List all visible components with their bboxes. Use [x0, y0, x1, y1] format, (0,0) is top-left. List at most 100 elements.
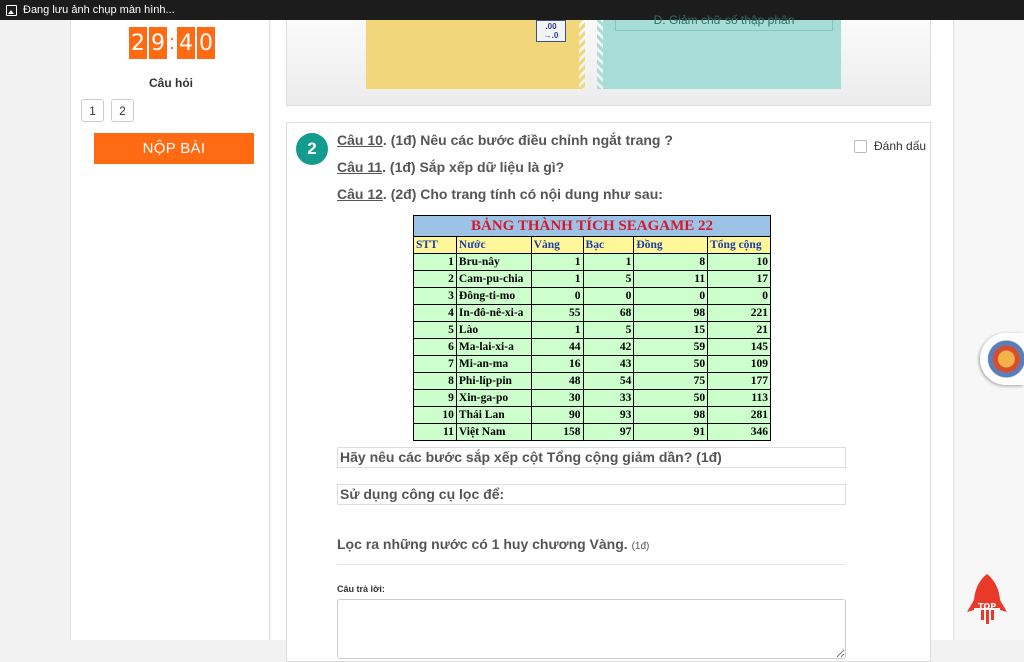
top-button-label: TOP: [978, 602, 996, 611]
timer-separator: :: [169, 31, 175, 54]
table-cell: Việt Nam: [455, 423, 532, 441]
image-icon: [6, 4, 17, 16]
option-card-teal[interactable]: D. Giảm chữ số thập phân: [597, 14, 841, 89]
filter-gold-points: (1đ): [631, 541, 650, 552]
table-cell: 0: [582, 287, 635, 305]
table-cell: 17: [707, 270, 771, 288]
filter-gold-text: Lọc ra những nước có 1 huy chương Vàng.: [337, 536, 628, 552]
table-cell: 11: [413, 423, 457, 441]
question-navigator: 1 2: [81, 99, 134, 122]
option-card-yellow[interactable]: .00 →.0: [366, 20, 585, 89]
table-cell: 16: [530, 355, 584, 373]
mark-label: Đánh dấu: [874, 139, 927, 153]
filter-subquestion: Sử dụng công cụ lọc để:: [337, 484, 846, 505]
table-header-cell: Nước: [455, 236, 532, 254]
table-cell: In-đô-nê-xi-a: [455, 304, 532, 322]
seagame-table: BẢNG THÀNH TÍCH SEAGAME 22 STT Nước Vàng Bạ…: [413, 215, 771, 441]
table-header-cell: STT: [413, 236, 457, 254]
scroll-to-top-button[interactable]: TOP: [967, 572, 1007, 634]
table-cell: 68: [582, 304, 635, 322]
question-11-label: Câu 11: [337, 159, 383, 175]
table-cell: 0: [707, 287, 771, 305]
question-10: Câu 10. (1đ) Nêu các bước điều chỉnh ngắ…: [337, 132, 673, 148]
table-cell: 5: [582, 321, 635, 339]
right-margin: [955, 20, 1024, 640]
sort-subquestion: Hãy nêu các bước sắp xếp cột Tổng cộng g…: [337, 447, 846, 468]
table-cell: 59: [633, 338, 709, 356]
table-cell: 90: [530, 406, 584, 424]
questions-heading: Câu hỏi: [149, 76, 193, 90]
table-row: 6 Ma-lai-xi-a 44 42 59 145: [413, 338, 771, 356]
option-d[interactable]: D. Giảm chữ số thập phân: [615, 14, 833, 31]
answer-textarea[interactable]: [337, 599, 846, 659]
table-cell: 1: [413, 253, 457, 271]
table-cell: 43: [582, 355, 635, 373]
question-11-text: . (1đ) Sắp xếp dữ liệu là gì?: [382, 159, 565, 175]
table-cell: 98: [633, 304, 709, 322]
table-cell: Xin-ga-po: [455, 389, 532, 407]
table-cell: Phi-líp-pin: [455, 372, 532, 390]
table-header-cell: Bạc: [582, 236, 635, 254]
divider: [337, 564, 846, 565]
question-12: Câu 12. (2đ) Cho trang tính có nội dung …: [337, 186, 663, 202]
mark-checkbox[interactable]: [854, 139, 867, 153]
table-cell: 97: [582, 423, 635, 441]
timer-digit: 4: [177, 27, 195, 59]
table-cell: Ma-lai-xi-a: [455, 338, 532, 356]
table-cell: 50: [633, 355, 709, 373]
table-cell: Mi-an-ma: [455, 355, 532, 373]
table-cell: 1: [582, 253, 635, 271]
table-cell: Đông-ti-mo: [455, 287, 532, 305]
table-cell: 177: [707, 372, 771, 390]
table-row: 8 Phi-líp-pin 48 54 75 177: [413, 372, 771, 390]
question-nav-button-1[interactable]: 1: [81, 99, 104, 122]
table-cell: 109: [707, 355, 771, 373]
table-cell: 5: [413, 321, 457, 339]
table-cell: 1: [530, 321, 584, 339]
countdown-timer: 2 9 : 4 0: [129, 27, 217, 59]
answer-label: Câu trả lời:: [337, 584, 385, 594]
table-cell: 0: [530, 287, 584, 305]
table-cell: 42: [582, 338, 635, 356]
table-cell: 2: [413, 270, 457, 288]
table-cell: Bru-nây: [455, 253, 532, 271]
table-cell: 30: [530, 389, 584, 407]
table-cell: 281: [707, 406, 771, 424]
timer-digit: 0: [197, 27, 215, 59]
table-cell: 1: [530, 253, 584, 271]
table-cell: 3: [413, 287, 457, 305]
table-cell: 0: [633, 287, 709, 305]
table-cell: 9: [413, 389, 457, 407]
table-cell: 21: [707, 321, 771, 339]
table-cell: 7: [413, 355, 457, 373]
table-cell: 158: [530, 423, 584, 441]
mark-flag[interactable]: Đánh dấu: [854, 139, 926, 153]
table-cell: 1: [530, 270, 584, 288]
table-row: 11 Việt Nam 158 97 91 346: [413, 423, 771, 441]
question-10-label: Câu 10: [337, 132, 383, 148]
decrease-decimal-icon: .00 →.0: [536, 20, 566, 42]
table-row: 10 Thái Lan 90 93 98 281: [413, 406, 771, 424]
table-row: 2 Cam-pu-chia 1 5 11 17: [413, 270, 771, 288]
table-cell: 346: [707, 423, 771, 441]
question-nav-button-2[interactable]: 2: [111, 99, 134, 122]
table-row: 5 Lào 1 5 15 21: [413, 321, 771, 339]
table-header-cell: Tổng cộng: [707, 236, 771, 254]
table-cell: 98: [633, 406, 709, 424]
table-cell: Thái Lan: [455, 406, 532, 424]
table-header-cell: Vàng: [530, 236, 584, 254]
option-d-label: D. Giảm chữ số thập phân: [653, 13, 795, 27]
question-number-badge: 2: [296, 133, 328, 165]
table-row: 7 Mi-an-ma 16 43 50 109: [413, 355, 771, 373]
timer-digit: 9: [149, 27, 167, 59]
floating-promo-icon[interactable]: [980, 333, 1024, 385]
submit-button[interactable]: NỘP BÀI: [94, 133, 254, 164]
table-cell: 75: [633, 372, 709, 390]
table-cell: 145: [707, 338, 771, 356]
table-cell: 15: [633, 321, 709, 339]
table-cell: Lào: [455, 321, 532, 339]
timer-digit: 2: [129, 27, 147, 59]
table-cell: 8: [633, 253, 709, 271]
table-row: 4 In-đô-nê-xi-a 55 68 98 221: [413, 304, 771, 322]
filter-gold-subquestion: Lọc ra những nước có 1 huy chương Vàng. …: [337, 536, 649, 552]
